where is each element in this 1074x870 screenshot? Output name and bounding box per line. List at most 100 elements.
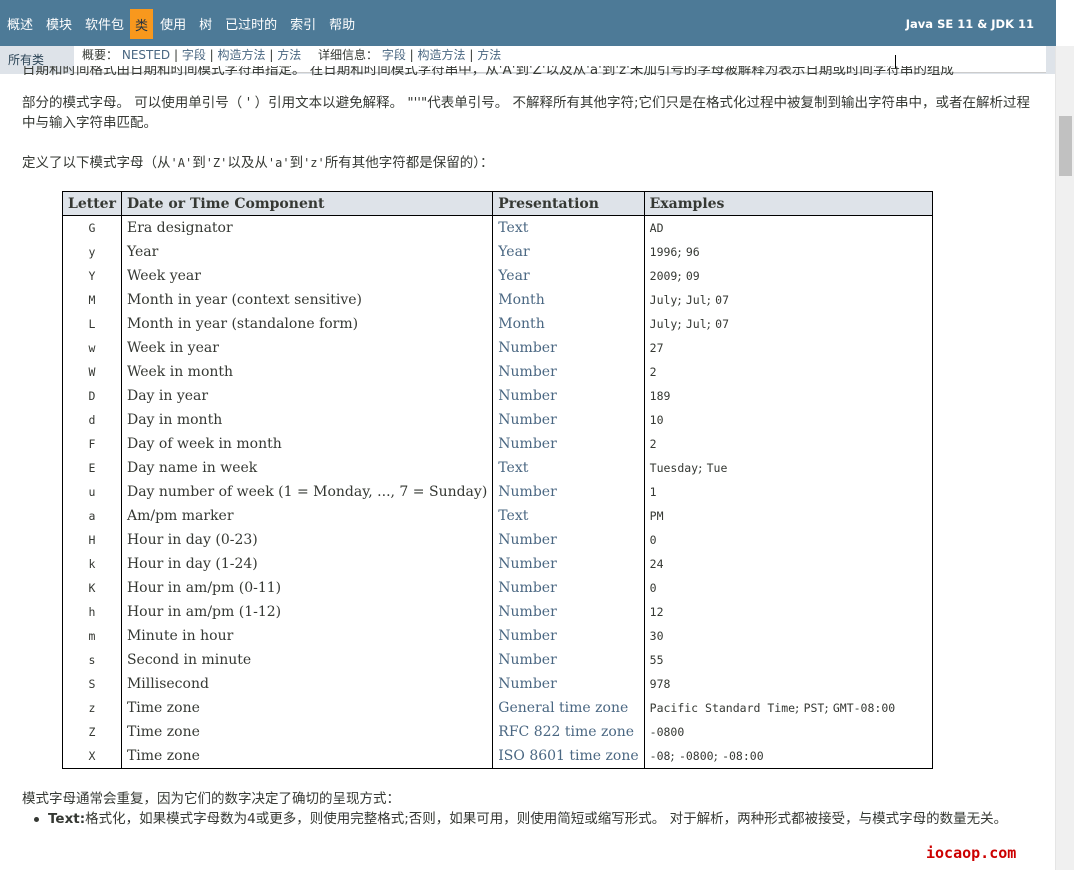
- example-value: PST: [803, 700, 825, 715]
- example-value: 0: [649, 533, 657, 547]
- cell-presentation: RFC 822 time zone: [492, 720, 645, 744]
- cell-examples: 978: [643, 672, 933, 696]
- cell-component: Day number of week (1 = Monday, ..., 7 =…: [120, 480, 494, 504]
- summary-link-2[interactable]: 构造方法: [218, 48, 266, 62]
- cell-letter: M: [62, 288, 122, 312]
- detail-label: 详细信息：: [318, 48, 379, 62]
- cell-component: Time zone: [120, 744, 494, 769]
- cell-letter: D: [62, 384, 122, 408]
- example-value: 1996: [649, 244, 678, 259]
- table-row: u Day number of week (1 = Monday, ..., 7 …: [62, 480, 933, 504]
- detail-link-0[interactable]: 字段: [382, 48, 406, 62]
- p2-code-A: 'A': [170, 156, 193, 170]
- p2-mid: 以及从: [227, 155, 268, 171]
- cell-letter: F: [62, 432, 122, 456]
- p2-to2: 到: [289, 155, 304, 171]
- cell-examples: 2: [643, 432, 933, 456]
- nav-item-0[interactable]: 概述: [0, 0, 39, 46]
- table-row: Y Week year Year 2009; 09: [62, 264, 933, 288]
- example-value: 55: [649, 653, 664, 667]
- table-row: X Time zone ISO 8601 time zone -08; -0800; …: [62, 744, 933, 769]
- cell-letter: S: [62, 672, 122, 696]
- summary-separator: |: [170, 48, 182, 62]
- cell-letter: K: [62, 576, 122, 600]
- cell-examples: 1: [643, 480, 933, 504]
- table-row: F Day of week in month Number 2: [62, 432, 933, 456]
- detail-links: 字段 | 构造方法 | 方法: [382, 48, 501, 62]
- example-value: Jul: [685, 292, 707, 307]
- nav-item-3[interactable]: 类: [130, 9, 154, 39]
- cell-examples: 12: [643, 600, 933, 624]
- summary-label: 概要：: [82, 48, 119, 62]
- example-separator: ;: [677, 316, 686, 332]
- summary-separator: |: [265, 48, 278, 62]
- cut-line-text: 日期和时间格式由日期和时间模式字符串指定。 在日期和时间模式字符串中，从'A'到…: [22, 66, 954, 78]
- table-row: k Hour in day (1-24) Number 24: [62, 552, 933, 576]
- example-value: -08:00: [722, 748, 764, 763]
- table-row: m Minute in hour Number 30: [62, 624, 933, 648]
- cell-letter: m: [62, 624, 122, 648]
- cell-examples: 1996; 96: [643, 240, 933, 264]
- cell-presentation: Year: [492, 240, 645, 264]
- detail-link-1[interactable]: 构造方法: [418, 48, 466, 62]
- example-value: -0800: [649, 725, 685, 739]
- pattern-letters-table: Letter Date or Time Component Presentati…: [62, 191, 933, 769]
- vertical-scrollbar[interactable]: [1055, 46, 1074, 870]
- summary-link-0[interactable]: NESTED: [122, 48, 170, 62]
- nav-item-6[interactable]: 已过时的: [218, 0, 283, 46]
- example-value: 2009: [649, 268, 678, 283]
- cell-component: Week in month: [120, 360, 494, 384]
- example-separator: ;: [713, 748, 723, 764]
- cell-letter: s: [62, 648, 122, 672]
- example-value: 07: [715, 292, 730, 307]
- cell-presentation: Month: [492, 288, 645, 312]
- summary-link-3[interactable]: 方法: [277, 48, 301, 62]
- watermark-text: iocaop.com: [926, 844, 1017, 862]
- p2-pre: 定义了以下模式字母（从: [22, 155, 171, 171]
- example-separator: ;: [677, 292, 686, 308]
- p2-to1: 到: [192, 155, 206, 171]
- example-separator: ;: [677, 268, 686, 284]
- cell-letter: E: [62, 456, 122, 480]
- cell-examples: 30: [643, 624, 933, 648]
- table-row: W Week in month Number 2: [62, 360, 933, 384]
- scrollbar-thumb[interactable]: [1059, 116, 1072, 176]
- example-separator: ;: [706, 316, 716, 332]
- cell-letter: H: [62, 528, 122, 552]
- cell-letter: k: [62, 552, 122, 576]
- table-header-row: Letter Date or Time Component Presentati…: [62, 191, 933, 216]
- nav-item-1[interactable]: 模块: [39, 0, 78, 46]
- detail-link-2[interactable]: 方法: [477, 48, 501, 62]
- table-row: d Day in month Number 10: [62, 408, 933, 432]
- nav-item-8[interactable]: 帮助: [322, 0, 361, 46]
- cell-presentation: Number: [492, 384, 645, 408]
- cell-letter: Z: [62, 720, 122, 744]
- cell-presentation: Number: [492, 336, 645, 360]
- cell-examples: -08; -0800; -08:00: [643, 744, 933, 769]
- nav-item-5[interactable]: 树: [192, 0, 218, 46]
- nav-item-2[interactable]: 软件包: [78, 0, 130, 46]
- table-body: G Era designator Text AD y Year Year 1996; 96 Y W…: [62, 215, 933, 769]
- summary-group: 概要： NESTED | 字段 | 构造方法 | 方法: [82, 47, 301, 64]
- brand-label: Java SE 11 & JDK 11: [905, 17, 1034, 31]
- nav-item-7[interactable]: 索引: [283, 0, 322, 46]
- example-value: 10: [649, 413, 664, 427]
- detail-separator: |: [465, 48, 478, 62]
- cell-presentation: Number: [492, 528, 645, 552]
- table-row: M Month in year (context sensitive) Month J…: [62, 288, 933, 312]
- example-value: 0: [649, 581, 657, 595]
- cell-examples: PM: [643, 504, 933, 528]
- example-value: AD: [649, 221, 664, 235]
- cell-component: Week in year: [120, 336, 494, 360]
- table-row: s Second in minute Number 55: [62, 648, 933, 672]
- cell-presentation: Number: [492, 624, 645, 648]
- cell-letter: y: [62, 240, 122, 264]
- table-row: L Month in year (standalone form) Month Jul…: [62, 312, 933, 336]
- cell-component: Time zone: [120, 696, 494, 720]
- summary-link-1[interactable]: 字段: [182, 48, 206, 62]
- list-item-text: Text:格式化，如果模式字母数为4或更多，则使用完整格式;否则，如果可用，则使…: [34, 809, 1033, 829]
- cell-examples: 27: [643, 336, 933, 360]
- cell-examples: 0: [643, 528, 933, 552]
- example-value: 07: [715, 316, 730, 331]
- nav-item-4[interactable]: 使用: [153, 0, 192, 46]
